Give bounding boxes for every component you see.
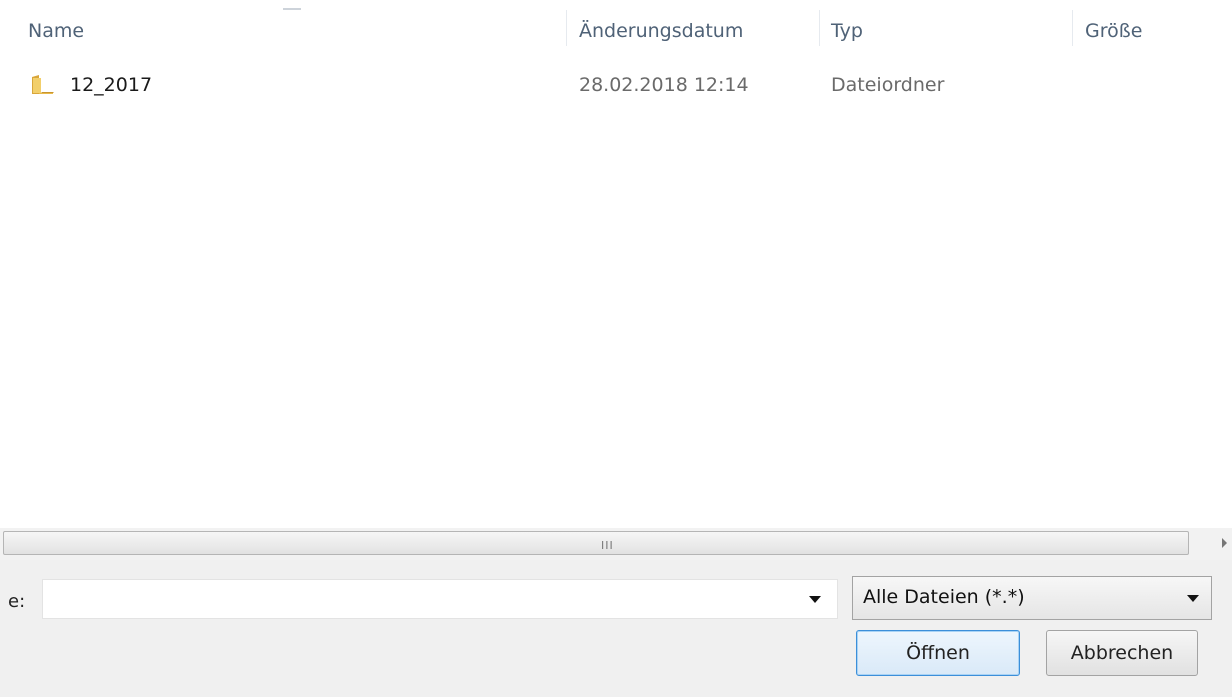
filename-input[interactable] (43, 580, 803, 618)
open-button[interactable]: Öffnen (856, 630, 1020, 676)
scroll-right-icon[interactable] (1222, 538, 1227, 548)
filename-combobox[interactable] (42, 579, 838, 619)
row-name: 12_2017 (70, 74, 153, 96)
scrollbar-thumb[interactable]: III (3, 531, 1189, 555)
column-header-modified[interactable]: Änderungsdatum (579, 20, 743, 42)
folder-icon (32, 75, 54, 94)
file-type-select[interactable]: Alle Dateien (*.*) (852, 576, 1212, 620)
dialog-footer: e: Alle Dateien (*.*) Öffnen Abbrechen (0, 560, 1232, 697)
row-modified: 28.02.2018 12:14 (579, 74, 749, 96)
column-separator[interactable] (819, 10, 820, 46)
column-separator[interactable] (566, 10, 567, 46)
column-separator[interactable] (1072, 10, 1073, 46)
column-header-name[interactable]: Name (28, 20, 84, 42)
horizontal-scrollbar[interactable]: III (0, 528, 1232, 560)
file-type-selected: Alle Dateien (*.*) (863, 586, 1025, 608)
chevron-down-icon[interactable] (809, 596, 821, 603)
file-list: Name Änderungsdatum Typ Größe 12_2017 28… (0, 0, 1232, 528)
filename-label: e: (8, 591, 26, 612)
column-header-size[interactable]: Größe (1085, 20, 1142, 42)
chevron-down-icon (1187, 595, 1199, 602)
decorative-mark (283, 8, 301, 10)
row-type: Dateiordner (831, 74, 945, 96)
scrollbar-grip: III (601, 539, 614, 552)
column-header-type[interactable]: Typ (831, 20, 863, 42)
cancel-button[interactable]: Abbrechen (1046, 630, 1198, 676)
table-row[interactable]: 12_2017 28.02.2018 12:14 Dateiordner (0, 64, 1232, 104)
